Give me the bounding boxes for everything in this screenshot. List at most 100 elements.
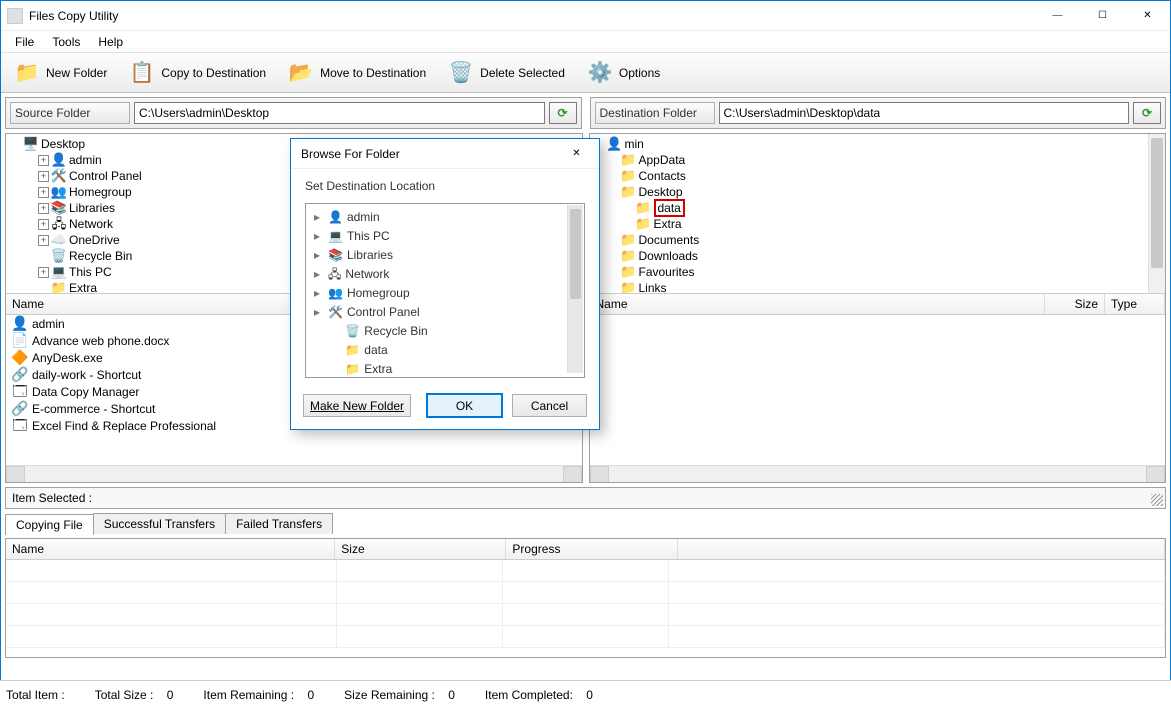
dest-h-scrollbar[interactable] [590,465,1166,482]
folder-icon: 🗑️ [51,248,67,264]
dialog-close-button[interactable]: ✕ [554,139,599,169]
dialog-tree-item[interactable]: ▸👥Homegroup [314,284,582,303]
source-path-input[interactable] [134,102,545,124]
footer-status-bar: Total Item : Total Size : 0 Item Remaini… [0,680,1171,708]
window-titlebar: Files Copy Utility — ☐ ✕ [1,1,1170,31]
th-progress[interactable]: Progress [506,539,677,559]
folder-icon: 🗑️ [345,322,360,341]
dest-tree[interactable]: 👤min 📁AppData📁Contacts📁Desktop📁data📁Extr… [590,134,1166,294]
desktop-icon: 🖥️ [23,136,39,152]
gear-icon: ⚙️ [587,60,613,86]
tab-copying[interactable]: Copying File [5,514,94,535]
folder-icon: 📚 [328,246,343,265]
options-button[interactable]: ⚙️Options [578,55,669,91]
file-icon: 🔗 [12,366,28,382]
tree-item[interactable]: 📁Downloads [608,248,1164,264]
tree-item[interactable]: 📁Documents [608,232,1164,248]
window-minimize-button[interactable]: — [1035,1,1080,31]
dest-path-input[interactable] [719,102,1130,124]
make-new-folder-button[interactable]: Make New Folder [303,394,411,417]
dest-list-header: Name Size Type [590,294,1166,315]
window-close-button[interactable]: ✕ [1125,1,1170,31]
chevron-right-icon[interactable]: ▸ [314,265,324,284]
file-icon: 🗔 [12,383,28,399]
chevron-right-icon[interactable]: ▸ [314,208,324,227]
folder-icon: ☁️ [51,232,67,248]
window-maximize-button[interactable]: ☐ [1080,1,1125,31]
source-folder-label: Source Folder [10,102,130,124]
expand-icon[interactable]: + [38,155,49,166]
tree-item[interactable]: 📁Favourites [608,264,1164,280]
folder-icon: 🖧 [51,216,67,232]
folder-icon: 📁 [636,216,652,232]
tree-item[interactable]: 📁AppData [608,152,1164,168]
dialog-tree-item[interactable]: ▸👤admin [314,208,582,227]
move-to-dest-button[interactable]: 📂Move to Destination [279,55,435,91]
folder-icon: 📁 [636,200,652,216]
dialog-prompt: Set Destination Location [305,179,585,193]
tree-item[interactable]: 📁Desktop [608,184,1164,200]
resizer-grip[interactable] [1151,494,1163,506]
folder-icon: 🖧 [328,265,341,284]
menu-help[interactable]: Help [90,33,131,51]
chevron-right-icon[interactable]: ▸ [314,284,324,303]
tree-item[interactable]: 📁Links [608,280,1164,294]
source-refresh-button[interactable]: ⟳ [549,102,577,124]
copy-icon: 📋 [129,60,155,86]
col-size[interactable]: Size [1045,294,1105,314]
folder-icon: 👤 [328,208,343,227]
file-icon: 🔗 [12,400,28,416]
expand-icon[interactable]: + [38,203,49,214]
dest-file-list[interactable] [590,315,1166,465]
dest-tree-scrollbar[interactable] [1148,134,1165,293]
expand-icon[interactable]: + [38,235,49,246]
folder-icon: 📁 [345,360,360,378]
expand-icon[interactable]: + [38,219,49,230]
tab-failed[interactable]: Failed Transfers [225,513,333,534]
col-type[interactable]: Type [1105,294,1165,314]
source-h-scrollbar[interactable] [6,465,582,482]
dest-refresh-button[interactable]: ⟳ [1133,102,1161,124]
chevron-right-icon[interactable]: ▸ [314,227,324,246]
folder-icon: 🛠️ [328,303,343,322]
folder-icon: 👥 [51,184,67,200]
expand-icon[interactable]: + [38,187,49,198]
dialog-tree-item[interactable]: ▸📚Libraries [314,246,582,265]
tab-successful[interactable]: Successful Transfers [93,513,226,534]
th-size[interactable]: Size [335,539,506,559]
tree-item[interactable]: 📁Contacts [608,168,1164,184]
move-icon: 📂 [288,60,314,86]
window-title: Files Copy Utility [29,9,1035,23]
folder-icon: 🛠️ [51,168,67,184]
cancel-button[interactable]: Cancel [512,394,587,417]
expand-icon[interactable]: + [38,171,49,182]
new-folder-button[interactable]: 📁New Folder [5,55,116,91]
folder-icon: 📁 [621,264,637,280]
dialog-tree-item[interactable]: 📁Extra [314,360,582,378]
th-name[interactable]: Name [6,539,335,559]
chevron-right-icon[interactable]: ▸ [314,246,324,265]
tree-item[interactable]: 📁data [608,200,1164,216]
expand-icon[interactable]: + [38,267,49,278]
user-icon: 👤 [607,136,623,152]
dialog-tree-scrollbar[interactable] [567,205,583,373]
dialog-tree-item[interactable]: 🗑️Recycle Bin [314,322,582,341]
col-name[interactable]: Name [590,294,1046,314]
folder-icon: 📁 [621,248,637,264]
ok-button[interactable]: OK [427,394,502,417]
dialog-tree-item[interactable]: ▸🖧Network [314,265,582,284]
folder-icon: 📁 [621,168,637,184]
dest-folder-label: Destination Folder [595,102,715,124]
dest-pane: 👤min 📁AppData📁Contacts📁Desktop📁data📁Extr… [589,133,1167,483]
dialog-tree-item[interactable]: ▸🛠️Control Panel [314,303,582,322]
copy-to-dest-button[interactable]: 📋Copy to Destination [120,55,275,91]
dialog-tree-item[interactable]: ▸💻This PC [314,227,582,246]
tree-item[interactable]: 📁Extra [608,216,1164,232]
chevron-right-icon[interactable]: ▸ [314,303,324,322]
dialog-folder-tree[interactable]: ▸👤admin▸💻This PC▸📚Libraries▸🖧Network▸👥Ho… [305,203,585,378]
menu-file[interactable]: File [7,33,42,51]
th-empty [678,539,1165,559]
menu-tools[interactable]: Tools [44,33,88,51]
delete-selected-button[interactable]: 🗑️Delete Selected [439,55,574,91]
dialog-tree-item[interactable]: 📁data [314,341,582,360]
